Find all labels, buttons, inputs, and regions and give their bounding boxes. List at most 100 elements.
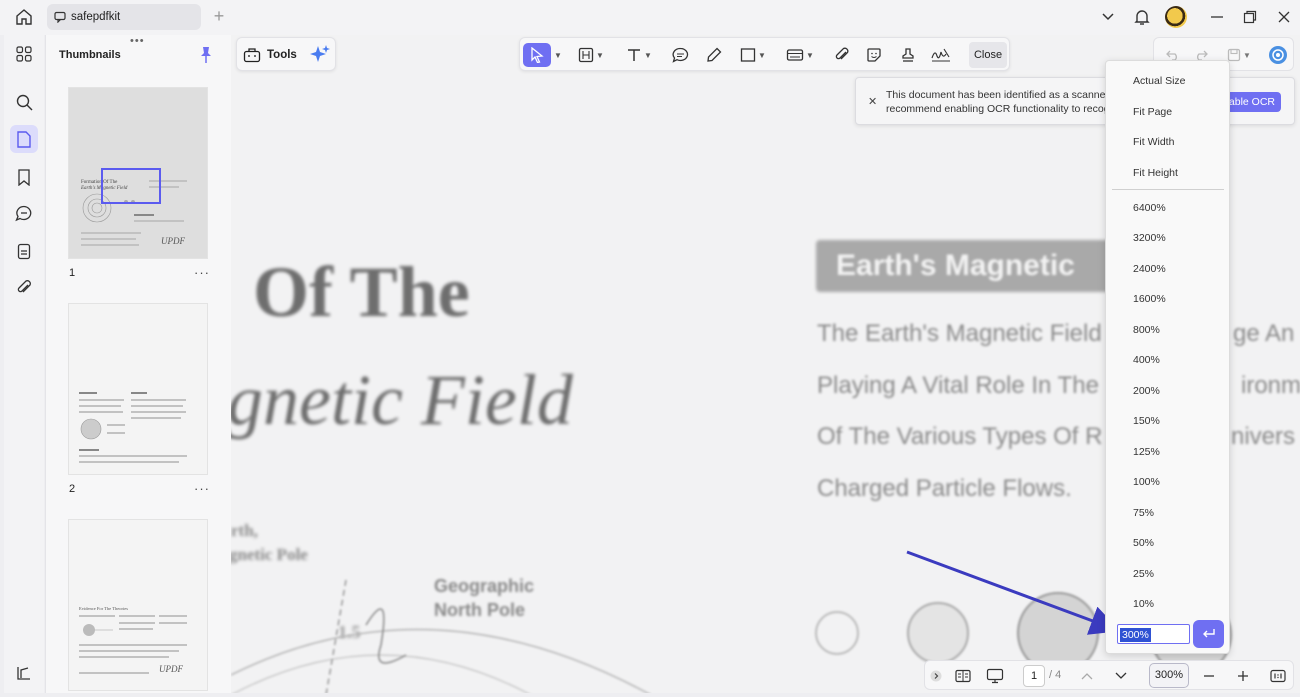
thumbnails-icon[interactable] bbox=[10, 125, 38, 153]
thumb-signature: UPDF bbox=[159, 664, 183, 674]
select-tool-button[interactable] bbox=[523, 43, 551, 67]
zoom-option-50[interactable]: 50% bbox=[1133, 533, 1154, 553]
apply-zoom-button[interactable] bbox=[1193, 620, 1224, 648]
enter-icon bbox=[1202, 629, 1215, 638]
page-number: 1 bbox=[69, 267, 76, 279]
cursor-icon bbox=[531, 47, 544, 63]
zoom-option-100[interactable]: 100% bbox=[1133, 472, 1160, 492]
zoom-out-icon[interactable] bbox=[1199, 665, 1219, 687]
page-thumbnail-3[interactable]: Evidence For The Theories UPDF bbox=[68, 519, 208, 691]
zoom-option-200[interactable]: 200% bbox=[1133, 381, 1160, 401]
restore-icon[interactable] bbox=[1238, 6, 1262, 28]
attachments-list-icon[interactable] bbox=[10, 237, 38, 265]
bell-icon[interactable] bbox=[1130, 6, 1154, 28]
page-thumbnail-2[interactable] bbox=[68, 303, 208, 475]
page-number: 2 bbox=[69, 483, 76, 495]
zoom-option-3200[interactable]: 3200% bbox=[1133, 228, 1166, 248]
custom-zoom-input[interactable]: 300% bbox=[1117, 624, 1190, 644]
zoom-option-6400[interactable]: 6400% bbox=[1133, 198, 1166, 218]
total-pages: / 4 bbox=[1049, 669, 1062, 681]
ocr-message-line: recommend enabling OCR functionality to … bbox=[886, 103, 1106, 115]
zoom-option-125[interactable]: 125% bbox=[1133, 442, 1160, 462]
panel-resize-handle[interactable]: ••• bbox=[130, 35, 145, 47]
tools-button[interactable]: Tools bbox=[243, 43, 297, 67]
text-icon bbox=[628, 49, 641, 61]
zoom-option-400[interactable]: 400% bbox=[1133, 350, 1160, 370]
bookmark-icon[interactable] bbox=[10, 163, 38, 191]
signature-tool-button[interactable] bbox=[928, 43, 954, 67]
custom-zoom-value: 300% bbox=[1120, 628, 1151, 642]
left-rail bbox=[4, 35, 44, 693]
thumb-signature: UPDF bbox=[161, 236, 185, 246]
apps-icon[interactable] bbox=[10, 40, 38, 68]
text-tool-button[interactable]: ▼ bbox=[622, 43, 656, 67]
close-toolbar-button[interactable]: Close bbox=[969, 42, 1007, 68]
avatar[interactable] bbox=[1165, 6, 1187, 28]
zoom-option-fit-height[interactable]: Fit Height bbox=[1133, 163, 1178, 183]
panel-toggle-icon[interactable] bbox=[10, 659, 38, 687]
current-page-input[interactable]: 1 bbox=[1023, 665, 1045, 687]
attachment-tool-button[interactable] bbox=[830, 43, 854, 67]
sticker-tool-button[interactable] bbox=[862, 43, 886, 67]
zoom-option-10[interactable]: 10% bbox=[1133, 594, 1154, 614]
highlighter-tool-button[interactable] bbox=[702, 43, 726, 67]
home-icon[interactable] bbox=[11, 6, 37, 28]
zoom-option-1600[interactable]: 1600% bbox=[1133, 289, 1166, 309]
zoom-level-button[interactable]: 300% bbox=[1149, 663, 1189, 688]
page-layout-icon[interactable] bbox=[951, 665, 975, 687]
panel-title: Thumbnails bbox=[59, 49, 121, 61]
zoom-in-icon[interactable] bbox=[1233, 665, 1253, 687]
annotation-toolbar: ▼ ▼ ▼ ▼ ▼ Close bbox=[519, 37, 1010, 71]
page-thumbnail-1[interactable]: Formation Of The Earth's Magnetic Field … bbox=[68, 87, 208, 259]
zoom-dropdown-menu: Actual Size Fit Page Fit Width Fit Heigh… bbox=[1105, 60, 1230, 654]
toolbox-icon bbox=[243, 48, 261, 63]
previous-page-icon[interactable] bbox=[1077, 665, 1097, 687]
thumbnails-panel: ••• Thumbnails Formation Of The Earth's … bbox=[45, 35, 231, 693]
next-page-icon[interactable] bbox=[1111, 665, 1131, 687]
comments-icon[interactable] bbox=[10, 199, 38, 227]
ai-sparkle-icon[interactable] bbox=[309, 43, 331, 65]
zoom-option-75[interactable]: 75% bbox=[1133, 503, 1154, 523]
shape-tool-button[interactable]: ▼ bbox=[736, 43, 770, 67]
paperclip-icon[interactable] bbox=[10, 274, 38, 302]
document-tab[interactable]: safepdfkit bbox=[47, 4, 201, 30]
chevron-down-icon[interactable] bbox=[1096, 6, 1120, 28]
zoom-option-25[interactable]: 25% bbox=[1133, 564, 1154, 584]
tools-label: Tools bbox=[267, 49, 297, 61]
tools-panel: Tools bbox=[236, 37, 336, 71]
thumb-figure bbox=[80, 418, 102, 440]
text-box-icon bbox=[578, 47, 594, 63]
collapse-bar-icon[interactable] bbox=[929, 665, 943, 687]
title-bar: safepdfkit + bbox=[0, 0, 1300, 35]
zoom-option-150[interactable]: 150% bbox=[1133, 411, 1160, 431]
more-options-button[interactable]: ··· bbox=[194, 265, 210, 280]
text-box-tool-button[interactable]: ▼ bbox=[578, 43, 604, 67]
actual-size-icon[interactable] bbox=[1267, 665, 1289, 687]
ai-assistant-icon[interactable] bbox=[1266, 43, 1290, 67]
stamp-bar-tool-button[interactable]: ▼ bbox=[782, 43, 818, 67]
form-field-icon bbox=[786, 49, 804, 61]
zoom-option-800[interactable]: 800% bbox=[1133, 320, 1160, 340]
minimize-icon[interactable] bbox=[1205, 6, 1229, 28]
tab-title: safepdfkit bbox=[71, 11, 121, 23]
paperclip-icon bbox=[835, 47, 849, 60]
ocr-message-line: This document has been identified as a s… bbox=[886, 89, 1106, 101]
enable-ocr-button[interactable]: able OCR bbox=[1221, 92, 1281, 112]
comment-icon bbox=[671, 47, 688, 63]
stamp-tool-button[interactable] bbox=[896, 43, 920, 67]
stamp-icon bbox=[902, 48, 914, 62]
more-options-button[interactable]: ··· bbox=[194, 481, 210, 496]
comment-tool-button[interactable] bbox=[668, 43, 692, 67]
pin-icon[interactable] bbox=[198, 46, 214, 64]
zoom-option-fit-width[interactable]: Fit Width bbox=[1133, 132, 1174, 152]
search-icon[interactable] bbox=[10, 88, 38, 116]
presentation-icon[interactable] bbox=[983, 665, 1007, 687]
select-tool-dropdown[interactable]: ▼ bbox=[551, 43, 563, 67]
zoom-option-fit-page[interactable]: Fit Page bbox=[1133, 102, 1172, 122]
viewport-indicator[interactable] bbox=[101, 168, 161, 204]
dismiss-notification-icon[interactable]: ✕ bbox=[868, 95, 877, 108]
new-tab-button[interactable]: + bbox=[209, 6, 229, 28]
zoom-option-actual-size[interactable]: Actual Size bbox=[1133, 71, 1186, 91]
close-window-icon[interactable] bbox=[1272, 6, 1296, 28]
zoom-option-2400[interactable]: 2400% bbox=[1133, 259, 1166, 279]
